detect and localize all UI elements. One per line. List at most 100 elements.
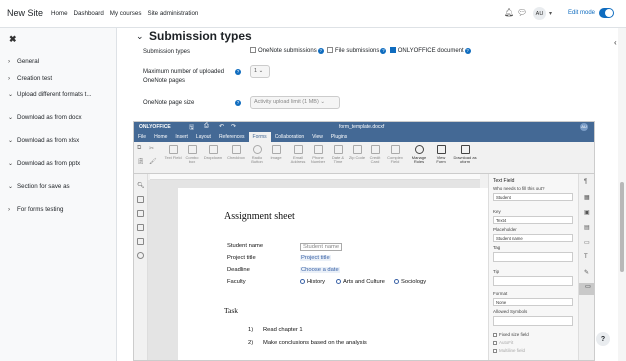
about-icon[interactable] bbox=[137, 252, 144, 259]
tab-file[interactable]: File bbox=[134, 132, 150, 142]
tab-references[interactable]: References bbox=[215, 132, 249, 142]
drawer-item-download-xlsx[interactable]: ⌄ Download as from xlsx bbox=[8, 137, 79, 144]
faculty-radio-arts[interactable]: Arts and Culture bbox=[336, 279, 385, 285]
ribbon-date-time[interactable]: Date & Time bbox=[329, 145, 347, 165]
search-icon[interactable]: 🔍︎ bbox=[137, 182, 145, 189]
ribbon-image[interactable]: Image bbox=[267, 145, 285, 160]
format-select[interactable]: None bbox=[493, 298, 573, 306]
editor-user-avatar[interactable]: AU bbox=[580, 123, 588, 131]
chevron-down-icon[interactable]: ▾ bbox=[549, 10, 552, 17]
multiline-checkbox[interactable]: Multiline field bbox=[493, 348, 525, 353]
tab-view[interactable]: View bbox=[308, 132, 327, 142]
ribbon-dropdown[interactable]: Dropdown bbox=[202, 145, 224, 160]
navigation-icon[interactable] bbox=[137, 210, 144, 217]
faculty-radio-sociology[interactable]: Sociology bbox=[394, 279, 426, 285]
redo-icon[interactable]: ↷ bbox=[231, 123, 236, 130]
image-settings-icon[interactable]: ▣ bbox=[584, 209, 590, 216]
key-select[interactable]: Text4 bbox=[493, 216, 573, 224]
ribbon-download-oform[interactable]: Download as oform bbox=[452, 145, 478, 165]
textart-icon[interactable]: T bbox=[584, 254, 588, 260]
open-block-drawer-icon[interactable]: ‹ bbox=[614, 38, 617, 47]
undo-icon[interactable]: ↶ bbox=[219, 123, 224, 130]
ribbon-combo-box[interactable]: Combo box bbox=[183, 145, 201, 165]
nav-site-administration[interactable]: Site administration bbox=[147, 10, 198, 17]
deadline-date-field[interactable]: Choose a date bbox=[300, 267, 340, 273]
tab-collaboration[interactable]: Collaboration bbox=[271, 132, 308, 142]
max-upload-select[interactable]: 1 ⌄ bbox=[250, 65, 270, 78]
form-settings-icon[interactable]: ▭ bbox=[579, 283, 594, 295]
table-settings-icon[interactable]: ▦ bbox=[584, 194, 590, 201]
chat-icon[interactable] bbox=[137, 224, 144, 231]
drawer-item-forms-testing[interactable]: › For forms testing bbox=[8, 206, 63, 213]
user-avatar[interactable]: AU bbox=[533, 7, 546, 20]
allowed-symbols-input[interactable] bbox=[493, 316, 573, 326]
shape-settings-icon[interactable]: ▭ bbox=[584, 239, 590, 246]
help-icon[interactable]: ? bbox=[235, 100, 241, 106]
comments-icon[interactable] bbox=[137, 196, 144, 203]
drawer-item-save-as[interactable]: ⌄ Section for save as bbox=[8, 183, 70, 190]
tab-layout[interactable]: Layout bbox=[192, 132, 215, 142]
tag-input[interactable] bbox=[493, 252, 573, 262]
nav-my-courses[interactable]: My courses bbox=[110, 10, 142, 17]
nav-dashboard[interactable]: Dashboard bbox=[74, 10, 104, 17]
ribbon-text-field[interactable]: Text Field bbox=[164, 145, 182, 160]
paste-icon[interactable]: 📋︎ bbox=[137, 158, 145, 165]
spellcheck-icon[interactable] bbox=[137, 238, 144, 245]
drawer-item-download-pptx[interactable]: ⌄ Download as from pptx bbox=[8, 160, 80, 167]
autofit-checkbox[interactable]: AutoFit bbox=[493, 340, 513, 345]
site-name[interactable]: New Site bbox=[7, 8, 43, 18]
faculty-radio-history[interactable]: History bbox=[300, 279, 325, 285]
section-title[interactable]: Submission types bbox=[149, 29, 252, 43]
ribbon-complex-field[interactable]: Complex Field bbox=[385, 145, 405, 165]
ribbon-phone-number[interactable]: Phone Number bbox=[309, 145, 327, 165]
drawer-item-general[interactable]: › General bbox=[8, 58, 39, 65]
page-scrollbar[interactable] bbox=[620, 182, 624, 272]
drawer-item-download-docx[interactable]: ⌄ Download as from docx bbox=[8, 114, 82, 121]
student-name-field[interactable]: Student name bbox=[300, 243, 343, 251]
onenote-checkbox[interactable] bbox=[250, 47, 256, 53]
forms-ribbon: ⧉ ✂ 📋︎ 🖌︎ Text Field Combo box Dropdown … bbox=[134, 142, 594, 174]
ribbon-radio-button[interactable]: Radio Button bbox=[248, 145, 266, 165]
signature-icon[interactable]: ✎ bbox=[584, 269, 589, 276]
ribbon-credit-card[interactable]: Credit Card bbox=[366, 145, 384, 165]
help-icon[interactable]: ? bbox=[317, 48, 324, 54]
nav-home[interactable]: Home bbox=[51, 10, 68, 17]
notification-bell-icon[interactable]: 🔔︎ bbox=[504, 8, 514, 17]
help-icon[interactable]: ? bbox=[235, 69, 241, 75]
print-icon[interactable]: ⎙ bbox=[204, 123, 209, 130]
chevron-down-icon: ⌄ bbox=[8, 160, 14, 167]
tab-home[interactable]: Home bbox=[150, 132, 171, 142]
file-submissions-checkbox[interactable] bbox=[327, 47, 334, 53]
help-button[interactable]: ? bbox=[596, 332, 610, 346]
project-title-field[interactable]: Project title bbox=[300, 255, 331, 261]
messages-icon[interactable]: 💬︎ bbox=[517, 8, 527, 17]
copy-icon[interactable]: ⧉ bbox=[137, 145, 141, 152]
section-collapse-icon[interactable]: ⌄ bbox=[136, 31, 144, 42]
tab-plugins[interactable]: Plugins bbox=[327, 132, 351, 142]
header-footer-icon[interactable]: ▤ bbox=[584, 224, 590, 231]
paragraph-settings-icon[interactable]: ¶ bbox=[584, 179, 587, 185]
ribbon-checkbox[interactable]: Checkbox bbox=[226, 145, 246, 160]
format-painter-icon[interactable]: 🖌︎ bbox=[149, 158, 157, 165]
drawer-item-creation-test[interactable]: › Creation test bbox=[8, 75, 52, 82]
ribbon-email-address[interactable]: Email Address bbox=[289, 145, 307, 165]
tab-insert[interactable]: Insert bbox=[171, 132, 192, 142]
ribbon-manage-roles[interactable]: Manage Roles bbox=[409, 145, 429, 165]
ribbon-view-form[interactable]: View Form bbox=[432, 145, 450, 165]
ribbon-zip-code[interactable]: Zip Code bbox=[348, 145, 366, 160]
help-icon[interactable]: ? bbox=[380, 48, 387, 54]
placeholder-input[interactable]: Student name bbox=[493, 234, 573, 242]
close-drawer-icon[interactable]: ✖ bbox=[9, 34, 17, 45]
form-settings-panel: Text Field Who needs to fill this out? S… bbox=[488, 174, 578, 360]
who-fills-select[interactable]: Student bbox=[493, 193, 573, 201]
drawer-item-upload-formats[interactable]: ⌄ Upload different formats t... bbox=[8, 91, 92, 98]
tip-input[interactable] bbox=[493, 276, 573, 286]
help-icon[interactable]: ? bbox=[464, 48, 471, 54]
edit-mode-toggle[interactable] bbox=[599, 8, 614, 18]
cut-icon[interactable]: ✂ bbox=[149, 145, 154, 152]
onlyoffice-checkbox[interactable] bbox=[389, 47, 396, 53]
fixed-size-checkbox[interactable]: Fixed size field bbox=[493, 332, 529, 337]
tab-forms[interactable]: Forms bbox=[248, 132, 271, 142]
page-size-select[interactable]: Activity upload limit (1 MB) ⌄ bbox=[250, 96, 340, 109]
document-page[interactable]: Assignment sheet Student name Student na… bbox=[178, 188, 488, 360]
